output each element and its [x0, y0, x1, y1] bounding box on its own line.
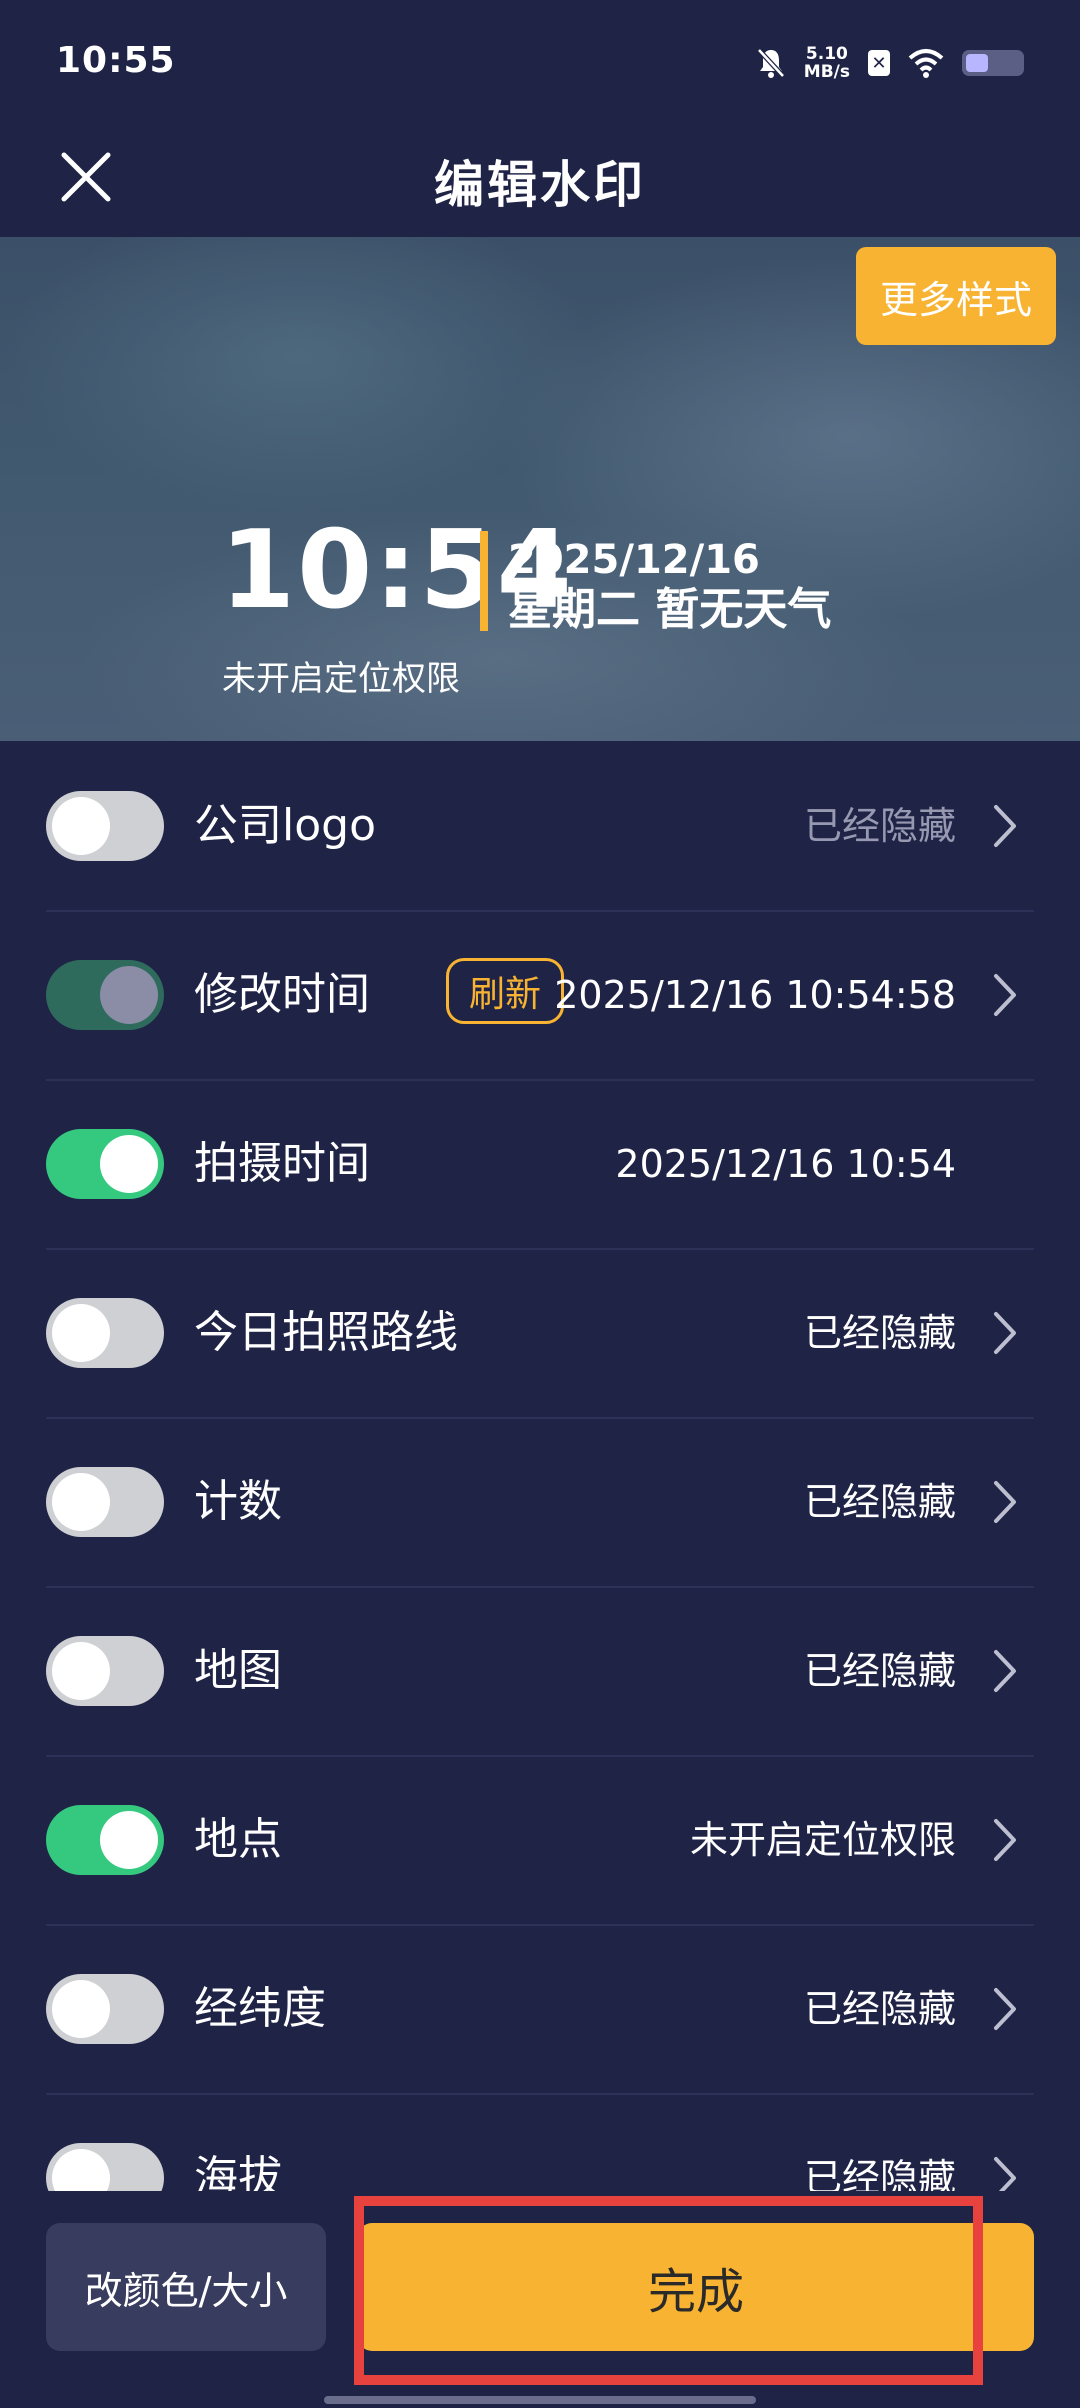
item-label: 修改时间	[194, 969, 370, 1020]
settings-list: 公司logo 已经隐藏 修改时间 刷新 2025/12/16 10:54:58 …	[0, 741, 1080, 2191]
chevron-right-icon	[994, 1819, 1016, 1861]
watermark-location: 未开启定位权限	[222, 659, 460, 699]
item-value: 已经隐藏	[803, 2156, 956, 2191]
chevron-right-icon	[994, 1312, 1016, 1354]
item-value: 已经隐藏	[803, 1480, 956, 1524]
watermark-date: 2025/12/16	[508, 537, 760, 583]
list-item-count[interactable]: 计数 已经隐藏	[46, 1417, 1034, 1588]
status-time: 10:55	[56, 40, 176, 81]
done-button[interactable]: 完成	[358, 2223, 1034, 2351]
toggle-switch[interactable]	[46, 1805, 164, 1875]
item-value: 2025/12/16 10:54:58	[554, 973, 956, 1017]
wifi-icon	[908, 49, 944, 78]
list-item-modify-time[interactable]: 修改时间 刷新 2025/12/16 10:54:58	[46, 910, 1034, 1081]
home-indicator[interactable]	[324, 2396, 756, 2404]
bell-muted-icon	[756, 48, 785, 78]
status-bar: 10:55 5.10 MB/s ✕	[0, 0, 1080, 125]
page-title: 编辑水印	[434, 156, 646, 214]
item-label: 今日拍照路线	[194, 1307, 458, 1358]
chevron-right-icon	[994, 2157, 1016, 2191]
watermark-divider	[480, 531, 488, 631]
item-label: 地图	[194, 1645, 282, 1696]
item-label: 经纬度	[194, 1983, 326, 2034]
item-label: 地点	[194, 1814, 282, 1865]
toggle-switch[interactable]	[46, 1636, 164, 1706]
chevron-right-icon	[994, 1481, 1016, 1523]
chevron-right-icon	[994, 805, 1016, 847]
list-item-coordinates[interactable]: 经纬度 已经隐藏	[46, 1924, 1034, 2095]
list-item-today-route[interactable]: 今日拍照路线 已经隐藏	[46, 1248, 1034, 1419]
net-speed: 5.10 MB/s	[804, 45, 850, 81]
chevron-right-icon	[994, 1988, 1016, 2030]
list-item-location[interactable]: 地点 未开启定位权限	[46, 1755, 1034, 1926]
toggle-switch[interactable]	[46, 1298, 164, 1368]
header: 编辑水印	[0, 125, 1080, 237]
item-value: 已经隐藏	[803, 1987, 956, 2031]
toggle-switch[interactable]	[46, 1974, 164, 2044]
toggle-switch[interactable]	[46, 1129, 164, 1199]
chevron-right-icon	[994, 974, 1016, 1016]
watermark-weekday-weather: 星期二 暂无天气	[508, 584, 832, 635]
status-icons: 5.10 MB/s ✕	[756, 40, 1024, 86]
item-label: 拍摄时间	[194, 1138, 370, 1189]
bottom-action-bar: 改颜色/大小 完成	[0, 2191, 1080, 2408]
item-value: 未开启定位权限	[689, 1818, 956, 1862]
item-label: 公司logo	[194, 800, 376, 851]
battery-icon	[962, 50, 1024, 76]
list-item-altitude[interactable]: 海拔 已经隐藏	[46, 2093, 1034, 2191]
list-item-map[interactable]: 地图 已经隐藏	[46, 1586, 1034, 1757]
net-speed-value: 5.10	[805, 44, 848, 64]
toggle-switch[interactable]	[46, 2143, 164, 2191]
toggle-switch[interactable]	[46, 1467, 164, 1537]
chevron-right-icon	[994, 1650, 1016, 1692]
net-speed-unit: MB/s	[803, 62, 850, 82]
list-item-shooting-time[interactable]: 拍摄时间 2025/12/16 10:54	[46, 1079, 1034, 1250]
item-label: 计数	[194, 1476, 282, 1527]
item-label: 海拔	[194, 2152, 282, 2191]
toggle-switch[interactable]	[46, 960, 164, 1030]
nfc-icon: ✕	[868, 50, 890, 76]
item-value: 2025/12/16 10:54	[615, 1142, 956, 1186]
change-color-size-button[interactable]: 改颜色/大小	[46, 2223, 326, 2351]
more-styles-button[interactable]: 更多样式	[856, 247, 1056, 345]
refresh-button[interactable]: 刷新	[446, 958, 564, 1024]
list-item-company-logo[interactable]: 公司logo 已经隐藏	[46, 741, 1034, 912]
watermark-preview: 更多样式 10:54 2025/12/16 星期二 暂无天气 未开启定位权限	[0, 237, 1080, 741]
item-value: 已经隐藏	[803, 804, 956, 848]
item-value: 已经隐藏	[803, 1649, 956, 1693]
item-value: 已经隐藏	[803, 1311, 956, 1355]
toggle-switch[interactable]	[46, 791, 164, 861]
